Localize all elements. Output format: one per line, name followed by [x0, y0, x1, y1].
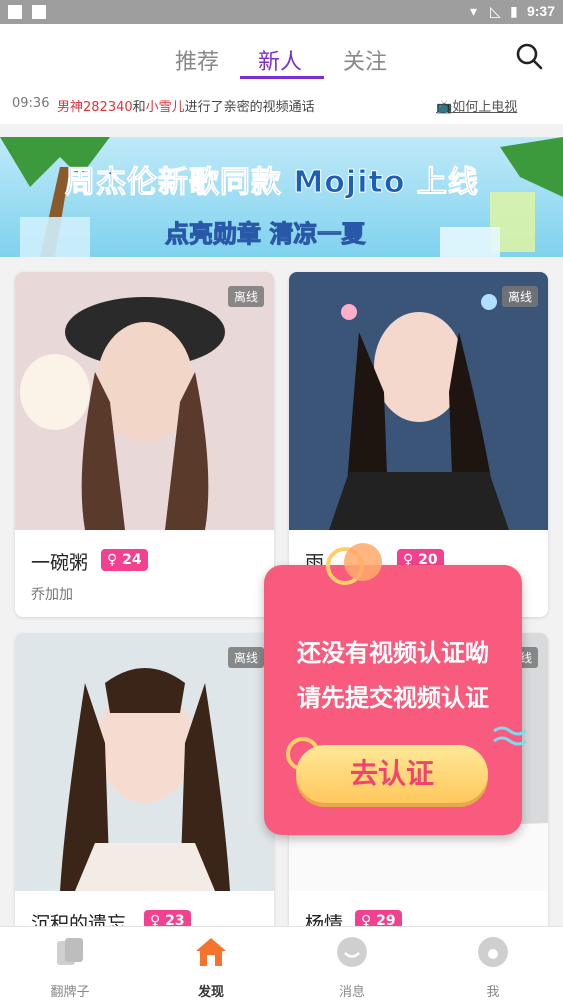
banner-subtitle: 点亮勋章 清凉一夏: [164, 220, 366, 249]
verification-popup: 还没有视频认证呦 请先提交视频认证 去认证: [264, 543, 527, 835]
nav-me[interactable]: 我: [423, 927, 563, 1001]
ticker-text: 进行了亲密的视频通话: [184, 100, 315, 115]
bottom-nav: 翻牌子 发现 消息 我: [0, 926, 563, 1001]
offline-badge: 离线: [501, 286, 538, 307]
user-card[interactable]: 离线 沉积的遗忘 ♀ 23: [15, 633, 274, 933]
nav-label: 发现: [197, 985, 224, 1000]
nav-discover[interactable]: 发现: [141, 927, 281, 1001]
user-subtitle: 乔加加: [31, 587, 73, 603]
profile-icon: [478, 937, 508, 967]
nav-messages[interactable]: 消息: [282, 927, 422, 1001]
tv-icon: 📺: [436, 100, 453, 115]
help-link-label: 如何上电视: [452, 100, 518, 115]
message-icon: [337, 937, 367, 967]
user-photo: [15, 633, 274, 891]
activity-ticker: 09:36 男神282340和小雪儿进行了亲密的视频通话 📺如何上电视: [0, 84, 563, 124]
ticker-message: 男神282340和小雪儿进行了亲密的视频通话: [57, 96, 315, 115]
tab-newcomer[interactable]: 新人: [258, 44, 302, 76]
promo-banner[interactable]: 周杰伦新歌同款 Mojito 上线 点亮勋章 清凉一夏: [0, 137, 563, 257]
battery-icon: ▮: [510, 4, 518, 20]
tab-recommend[interactable]: 推荐: [175, 44, 219, 76]
signal-icon: ◺: [490, 4, 501, 20]
tab-follow[interactable]: 关注: [343, 44, 387, 76]
nav-flip-cards[interactable]: 翻牌子: [0, 927, 140, 1001]
nav-label: 翻牌子: [50, 985, 90, 1000]
popup-line2: 请先提交视频认证: [297, 684, 489, 712]
user-photo: [289, 272, 548, 530]
top-tab-bar: 推荐 新人 关注: [0, 24, 563, 84]
banner-title: 周杰伦新歌同款 Mojito 上线: [65, 165, 479, 201]
ticker-time: 09:36: [12, 96, 50, 111]
offline-badge: 离线: [227, 647, 264, 668]
offline-badge: 离线: [227, 286, 264, 307]
ticker-and: 和: [132, 100, 146, 115]
how-to-get-on-tv-link[interactable]: 📺如何上电视: [436, 96, 517, 115]
popup-line1: 还没有视频认证呦: [297, 639, 489, 667]
wave-decoration: [493, 726, 527, 746]
notification-icon-2: [32, 5, 46, 19]
go-verify-button[interactable]: 去认证: [296, 745, 488, 803]
ticker-user1[interactable]: 男神282340: [57, 100, 133, 115]
decor-bubble: [344, 543, 382, 581]
notification-icon: [8, 5, 22, 19]
nav-label: 我: [486, 985, 500, 1000]
search-icon[interactable]: [515, 42, 543, 70]
user-name: 一碗粥: [31, 552, 89, 574]
status-time: 9:37: [526, 3, 555, 19]
user-photo: [15, 272, 274, 530]
nav-label: 消息: [338, 985, 365, 1000]
level-value: 24: [122, 552, 142, 568]
level-badge: ♀ 24: [101, 549, 148, 571]
home-icon: [196, 938, 226, 966]
active-tab-indicator: [240, 76, 324, 79]
wifi-icon: ▾: [470, 4, 478, 20]
ticker-user2[interactable]: 小雪儿: [146, 100, 185, 115]
status-bar: ▾ ◺ ▮ 9:37: [0, 0, 563, 24]
user-card[interactable]: 离线 一碗粥 ♀ 24 乔加加: [15, 272, 274, 617]
cards-icon: [57, 938, 83, 965]
